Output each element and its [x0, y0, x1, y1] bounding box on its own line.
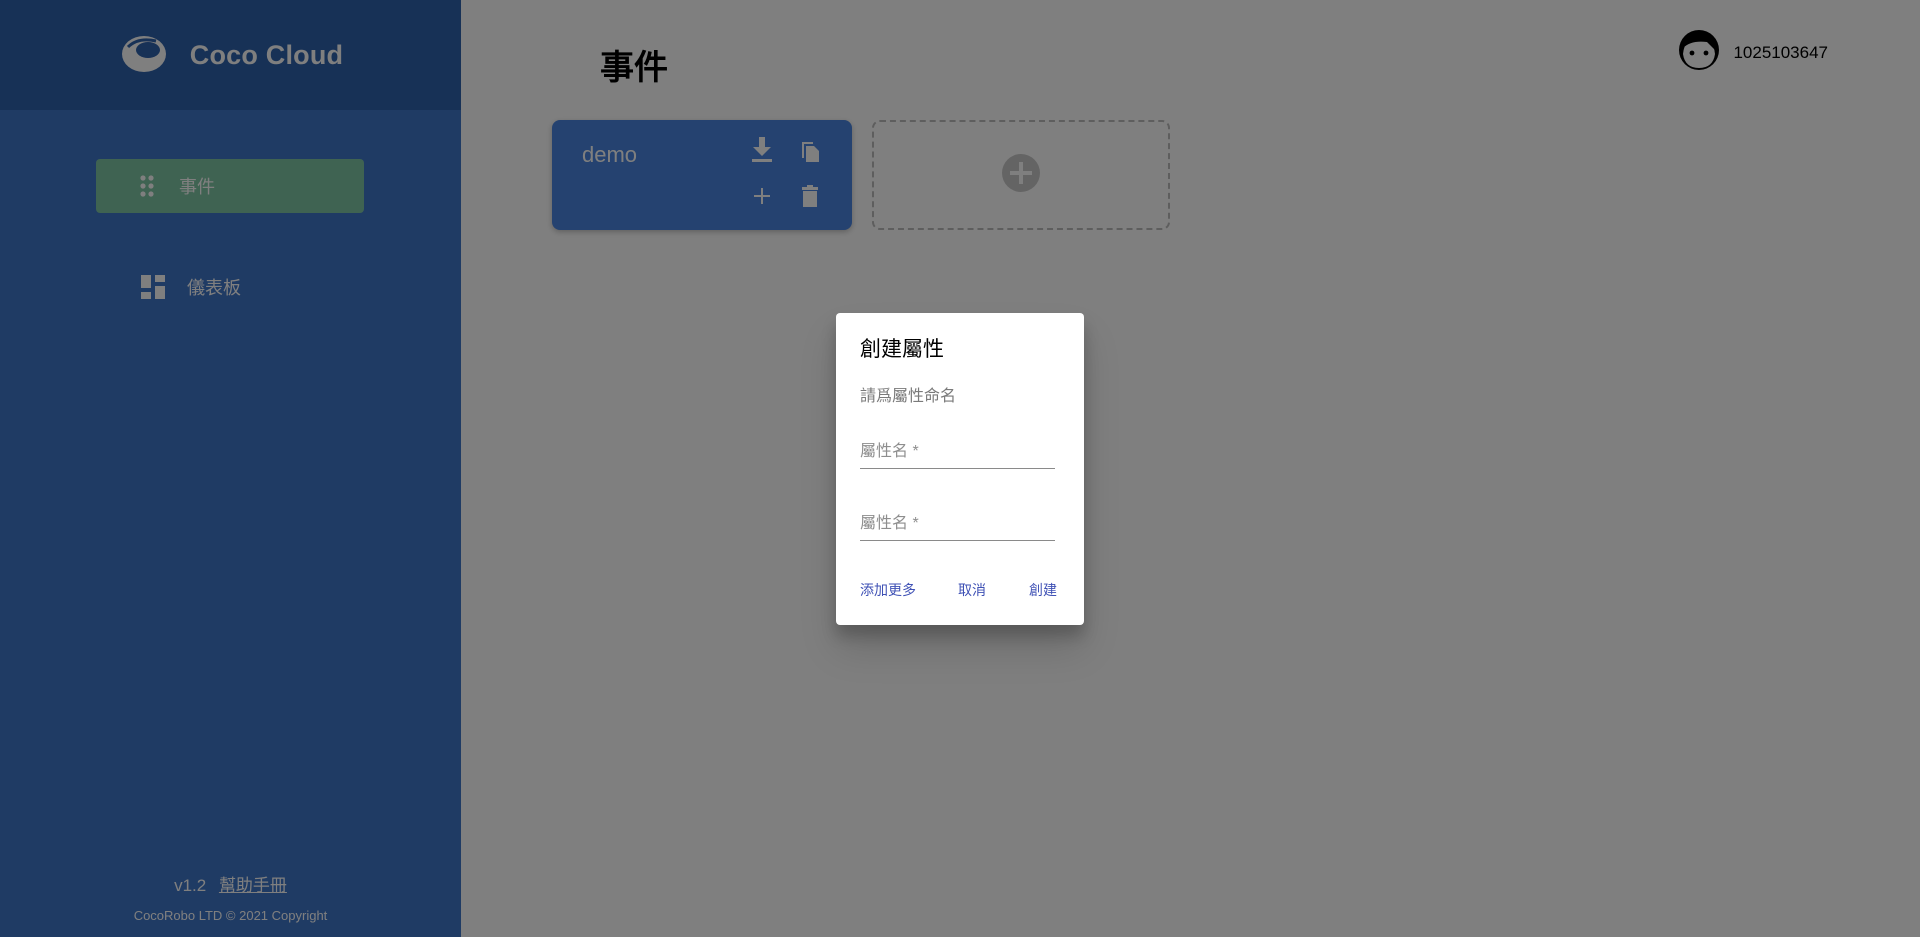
dialog-title: 創建屬性 — [860, 338, 944, 361]
cancel-button[interactable]: 取消 — [958, 580, 986, 600]
create-button[interactable]: 創建 — [1029, 580, 1057, 600]
attribute-name-field-1[interactable] — [860, 436, 1055, 469]
create-attribute-dialog: 創建屬性 請爲屬性命名 添加更多 取消 創建 — [836, 313, 1084, 625]
attribute-name-field-2[interactable] — [860, 508, 1055, 541]
add-more-button[interactable]: 添加更多 — [860, 580, 916, 600]
dialog-description: 請爲屬性命名 — [860, 388, 957, 405]
